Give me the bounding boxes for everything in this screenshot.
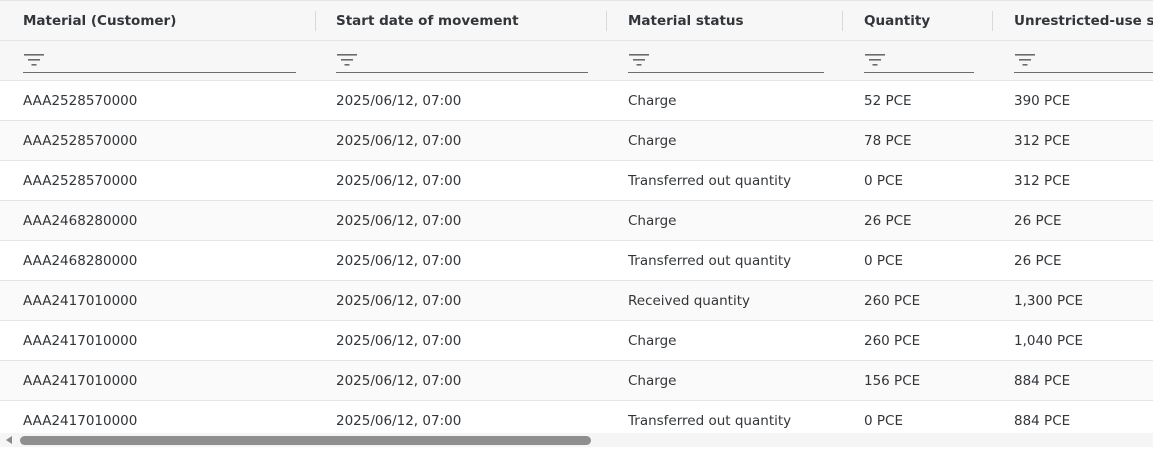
cell-material-status: Charge bbox=[628, 213, 677, 229]
table-row[interactable]: AAA2528570000 2025/06/12, 07:00 Charge 5… bbox=[0, 81, 1153, 121]
cell-start-date: 2025/06/12, 07:00 bbox=[336, 253, 462, 269]
cell-material-status: Charge bbox=[628, 373, 677, 389]
cell-material-status: Charge bbox=[628, 333, 677, 349]
filter-icon[interactable] bbox=[864, 53, 886, 67]
table-row[interactable]: AAA2417010000 2025/06/12, 07:00 Received… bbox=[0, 281, 1153, 321]
column-divider[interactable] bbox=[315, 11, 316, 31]
cell-start-date: 2025/06/12, 07:00 bbox=[336, 333, 462, 349]
column-divider[interactable] bbox=[842, 11, 843, 31]
filter-underline bbox=[23, 72, 296, 73]
cell-material: AAA2528570000 bbox=[23, 93, 138, 109]
cell-start-date: 2025/06/12, 07:00 bbox=[336, 373, 462, 389]
cell-unrestricted-stock: 26 PCE bbox=[1014, 253, 1062, 269]
column-header-material-customer[interactable]: Material (Customer) bbox=[23, 1, 303, 41]
cell-material: AAA2468280000 bbox=[23, 253, 138, 269]
table-row[interactable]: AAA2417010000 2025/06/12, 07:00 Charge 1… bbox=[0, 361, 1153, 401]
cell-material: AAA2417010000 bbox=[23, 373, 138, 389]
table-row[interactable]: AAA2528570000 2025/06/12, 07:00 Transfer… bbox=[0, 161, 1153, 201]
filter-field-unrestricted-use-stock[interactable] bbox=[1014, 41, 1153, 80]
column-divider[interactable] bbox=[606, 11, 607, 31]
cell-quantity: 0 PCE bbox=[864, 173, 903, 189]
filter-underline bbox=[864, 72, 974, 73]
cell-material: AAA2528570000 bbox=[23, 133, 138, 149]
cell-material: AAA2528570000 bbox=[23, 173, 138, 189]
cell-material-status: Charge bbox=[628, 133, 677, 149]
cell-start-date: 2025/06/12, 07:00 bbox=[336, 293, 462, 309]
cell-quantity: 78 PCE bbox=[864, 133, 912, 149]
column-header-start-date[interactable]: Start date of movement bbox=[336, 1, 596, 41]
filter-field-start-date[interactable] bbox=[336, 41, 588, 80]
cell-quantity: 156 PCE bbox=[864, 373, 921, 389]
cell-material: AAA2468280000 bbox=[23, 213, 138, 229]
cell-quantity: 52 PCE bbox=[864, 93, 912, 109]
horizontal-scrollbar[interactable] bbox=[0, 433, 1153, 447]
cell-unrestricted-stock: 312 PCE bbox=[1014, 133, 1071, 149]
cell-unrestricted-stock: 884 PCE bbox=[1014, 373, 1071, 389]
filter-row bbox=[0, 41, 1153, 81]
filter-field-material-customer[interactable] bbox=[23, 41, 296, 80]
cell-material-status: Charge bbox=[628, 93, 677, 109]
filter-icon[interactable] bbox=[23, 53, 45, 67]
cell-material-status: Transferred out quantity bbox=[628, 253, 792, 269]
cell-material: AAA2417010000 bbox=[23, 293, 138, 309]
table-row[interactable]: AAA2528570000 2025/06/12, 07:00 Charge 7… bbox=[0, 121, 1153, 161]
cell-material: AAA2417010000 bbox=[23, 333, 138, 349]
table-row[interactable]: AAA2468280000 2025/06/12, 07:00 Charge 2… bbox=[0, 201, 1153, 241]
cell-material-status: Transferred out quantity bbox=[628, 173, 792, 189]
filter-field-quantity[interactable] bbox=[864, 41, 974, 80]
cell-start-date: 2025/06/12, 07:00 bbox=[336, 173, 462, 189]
cell-quantity: 260 PCE bbox=[864, 293, 921, 309]
cell-unrestricted-stock: 1,040 PCE bbox=[1014, 333, 1084, 349]
filter-icon[interactable] bbox=[336, 53, 358, 67]
filter-field-material-status[interactable] bbox=[628, 41, 824, 80]
cell-unrestricted-stock: 26 PCE bbox=[1014, 213, 1062, 229]
filter-underline bbox=[1014, 72, 1153, 73]
table-row[interactable]: AAA2417010000 2025/06/12, 07:00 Charge 2… bbox=[0, 321, 1153, 361]
chevron-left-icon[interactable] bbox=[6, 436, 12, 444]
cell-unrestricted-stock: 1,300 PCE bbox=[1014, 293, 1084, 309]
cell-unrestricted-stock: 390 PCE bbox=[1014, 93, 1071, 109]
column-header-material-status[interactable]: Material status bbox=[628, 1, 833, 41]
filter-underline bbox=[628, 72, 824, 73]
cell-quantity: 260 PCE bbox=[864, 333, 921, 349]
table-row[interactable]: AAA2468280000 2025/06/12, 07:00 Transfer… bbox=[0, 241, 1153, 281]
filter-underline bbox=[336, 72, 588, 73]
cell-material-status: Received quantity bbox=[628, 293, 750, 309]
filter-icon[interactable] bbox=[1014, 53, 1036, 67]
cell-start-date: 2025/06/12, 07:00 bbox=[336, 93, 462, 109]
column-header-unrestricted-use-stock[interactable]: Unrestricted-use sto bbox=[1014, 1, 1153, 41]
cell-quantity: 26 PCE bbox=[864, 213, 912, 229]
filter-icon[interactable] bbox=[628, 53, 650, 67]
scrollbar-thumb[interactable] bbox=[20, 436, 591, 445]
cell-quantity: 0 PCE bbox=[864, 253, 903, 269]
table-body: AAA2528570000 2025/06/12, 07:00 Charge 5… bbox=[0, 81, 1153, 441]
cell-start-date: 2025/06/12, 07:00 bbox=[336, 213, 462, 229]
cell-start-date: 2025/06/12, 07:00 bbox=[336, 133, 462, 149]
data-grid: Material (Customer) Start date of moveme… bbox=[0, 0, 1153, 453]
cell-unrestricted-stock: 312 PCE bbox=[1014, 173, 1071, 189]
column-header-row: Material (Customer) Start date of moveme… bbox=[0, 0, 1153, 41]
column-divider[interactable] bbox=[992, 11, 993, 31]
column-header-quantity[interactable]: Quantity bbox=[864, 1, 984, 41]
